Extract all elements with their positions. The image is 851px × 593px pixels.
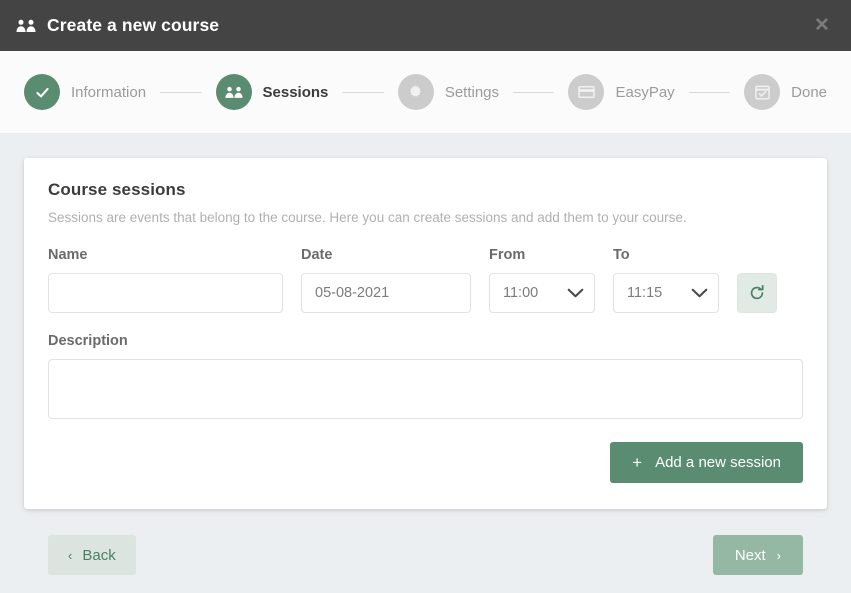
card-actions: + Add a new session <box>48 442 803 483</box>
to-select-wrap: 11:15 <box>613 273 719 313</box>
calendar-check-icon <box>744 74 781 110</box>
check-icon <box>24 74 60 110</box>
modal-header: Create a new course ✕ <box>0 0 851 51</box>
step-done[interactable]: Done <box>744 74 827 110</box>
modal-header-left: Create a new course <box>16 16 219 36</box>
field-to: To 11:15 <box>613 247 719 313</box>
field-description: Description <box>48 333 803 424</box>
label-from: From <box>489 247 526 263</box>
wizard-footer: ‹ Back Next › <box>24 509 827 575</box>
label-date: Date <box>301 247 333 263</box>
step-label-easypay: EasyPay <box>615 83 675 101</box>
step-information[interactable]: Information <box>24 74 146 110</box>
back-button-label: Back <box>82 546 116 564</box>
people-group-icon <box>215 74 252 110</box>
session-to-select[interactable]: 11:15 <box>613 273 719 313</box>
step-connector-3 <box>513 91 555 93</box>
step-label-sessions: Sessions <box>262 83 329 101</box>
step-easypay[interactable]: EasyPay <box>568 74 675 110</box>
step-settings[interactable]: Settings <box>397 74 500 110</box>
label-to: To <box>613 247 630 263</box>
step-sessions[interactable]: Sessions <box>215 74 329 110</box>
gear-icon <box>397 74 434 110</box>
people-group-icon <box>16 16 36 36</box>
step-label-settings: Settings <box>444 83 500 101</box>
back-button[interactable]: ‹ Back <box>48 535 136 575</box>
step-connector-4 <box>688 91 731 93</box>
chevron-right-icon: › <box>776 547 781 563</box>
course-sessions-card: Course sessions Sessions are events that… <box>24 158 827 509</box>
session-from-select[interactable]: 11:00 <box>489 273 595 313</box>
session-description-textarea[interactable] <box>48 359 803 419</box>
refresh-button[interactable] <box>737 273 777 313</box>
close-icon[interactable]: ✕ <box>811 15 833 37</box>
step-connector-2 <box>342 91 384 93</box>
label-description: Description <box>48 333 128 349</box>
label-name: Name <box>48 247 88 263</box>
step-label-information: Information <box>71 83 147 101</box>
step-connector-1 <box>160 91 202 93</box>
session-fields-row: Name Date From 11:00 T <box>48 247 803 313</box>
add-new-session-button[interactable]: + Add a new session <box>610 442 803 483</box>
stepper-bar: Information Sessions Settings EasyPay Do… <box>0 51 851 134</box>
from-select-wrap: 11:00 <box>489 273 595 313</box>
session-date-input[interactable] <box>301 273 471 313</box>
chevron-left-icon: ‹ <box>68 547 73 563</box>
field-from: From 11:00 <box>489 247 595 313</box>
next-button[interactable]: Next › <box>712 535 803 575</box>
session-name-input[interactable] <box>48 273 283 313</box>
credit-card-icon <box>568 74 605 110</box>
refresh-icon <box>748 284 766 302</box>
step-label-done: Done <box>791 83 827 101</box>
page-body: Course sessions Sessions are events that… <box>0 134 851 592</box>
field-name: Name <box>48 247 283 313</box>
plus-icon: + <box>632 453 643 472</box>
next-button-label: Next <box>734 546 766 564</box>
stepper: Information Sessions Settings EasyPay Do… <box>24 74 827 110</box>
modal-title: Create a new course <box>47 14 220 35</box>
card-title: Course sessions <box>48 180 186 199</box>
add-new-session-label: Add a new session <box>655 454 781 471</box>
card-subtitle: Sessions are events that belong to the c… <box>48 210 687 225</box>
field-date: Date <box>301 247 471 313</box>
